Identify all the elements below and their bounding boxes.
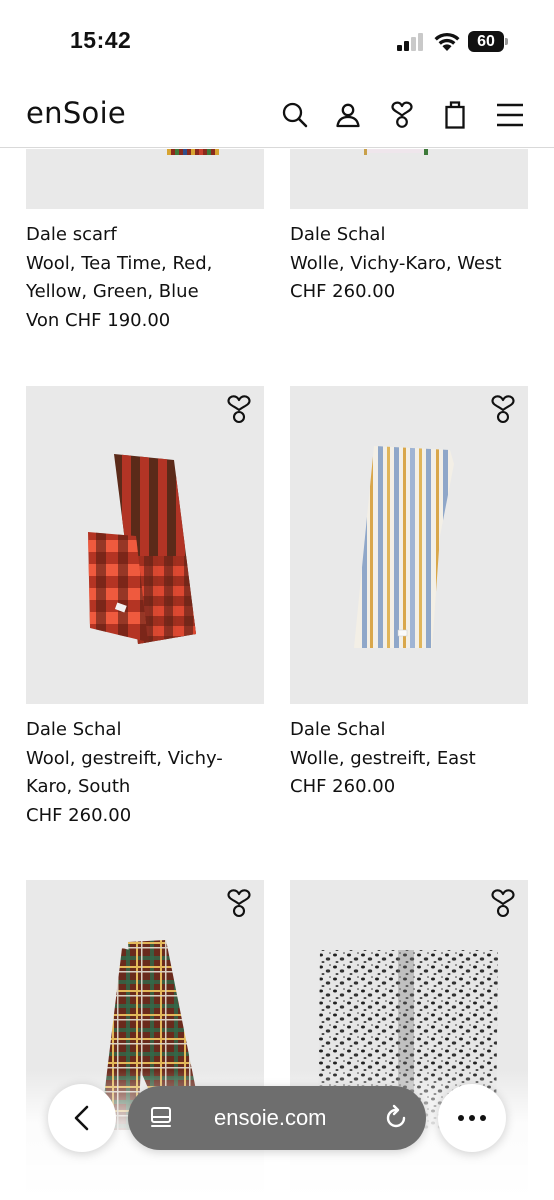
product-description: Karo, South	[26, 776, 131, 797]
product-grid: Dale scarf Wool, Tea Time, Red, Yellow, …	[0, 149, 554, 1200]
product-name[interactable]: Dale Schal	[290, 221, 540, 250]
reload-icon[interactable]	[382, 1104, 410, 1132]
status-time: 15:42	[70, 27, 132, 53]
product-name[interactable]: Dale Schal	[26, 716, 276, 745]
site-header: enSoie	[0, 84, 554, 148]
product-description: Wolle, Vichy-Karo, West	[290, 252, 502, 274]
product-name[interactable]: Dale Schal	[290, 716, 540, 745]
product-description: Wool, Tea Time, Red,	[26, 252, 213, 274]
status-bar: 15:42 60	[0, 0, 554, 84]
menu-icon[interactable]	[493, 98, 527, 132]
product-image[interactable]	[290, 149, 528, 209]
wishlist-heart-icon[interactable]	[488, 394, 518, 426]
product-price: CHF 260.00	[290, 776, 396, 797]
ellipsis-icon	[458, 1115, 486, 1121]
wishlist-heart-icon[interactable]	[488, 888, 518, 920]
product-description: Wolle, gestreift, East	[290, 747, 476, 769]
battery-level: 60	[468, 31, 504, 52]
wishlist-icon[interactable]	[385, 98, 419, 132]
cellular-signal-icon	[397, 33, 425, 51]
page-menu-icon[interactable]	[148, 1105, 174, 1131]
site-logo[interactable]: enSoie	[26, 96, 126, 130]
product-image[interactable]	[26, 386, 264, 704]
chevron-left-icon	[74, 1105, 89, 1131]
shopping-bag-icon[interactable]	[438, 98, 472, 132]
product-image[interactable]	[26, 149, 264, 209]
product-description: Yellow, Green, Blue	[26, 281, 199, 302]
product-price: CHF 260.00	[26, 804, 132, 826]
more-options-button[interactable]	[438, 1084, 506, 1152]
product-price: Von CHF 190.00	[26, 309, 171, 331]
product-name[interactable]: Dale scarf	[26, 221, 276, 250]
product-description: Wool, gestreift, Vichy-	[26, 747, 223, 769]
url-text[interactable]: ensoie.com	[214, 1105, 327, 1131]
wishlist-heart-icon[interactable]	[224, 394, 254, 426]
address-bar[interactable]: ensoie.com	[128, 1086, 426, 1150]
wifi-icon	[434, 32, 460, 51]
account-icon[interactable]	[331, 98, 365, 132]
product-price: CHF 260.00	[290, 281, 396, 302]
back-button[interactable]	[48, 1084, 116, 1152]
wishlist-heart-icon[interactable]	[224, 888, 254, 920]
product-image[interactable]	[290, 386, 528, 704]
battery-icon: 60	[468, 31, 508, 52]
search-icon[interactable]	[278, 98, 312, 132]
